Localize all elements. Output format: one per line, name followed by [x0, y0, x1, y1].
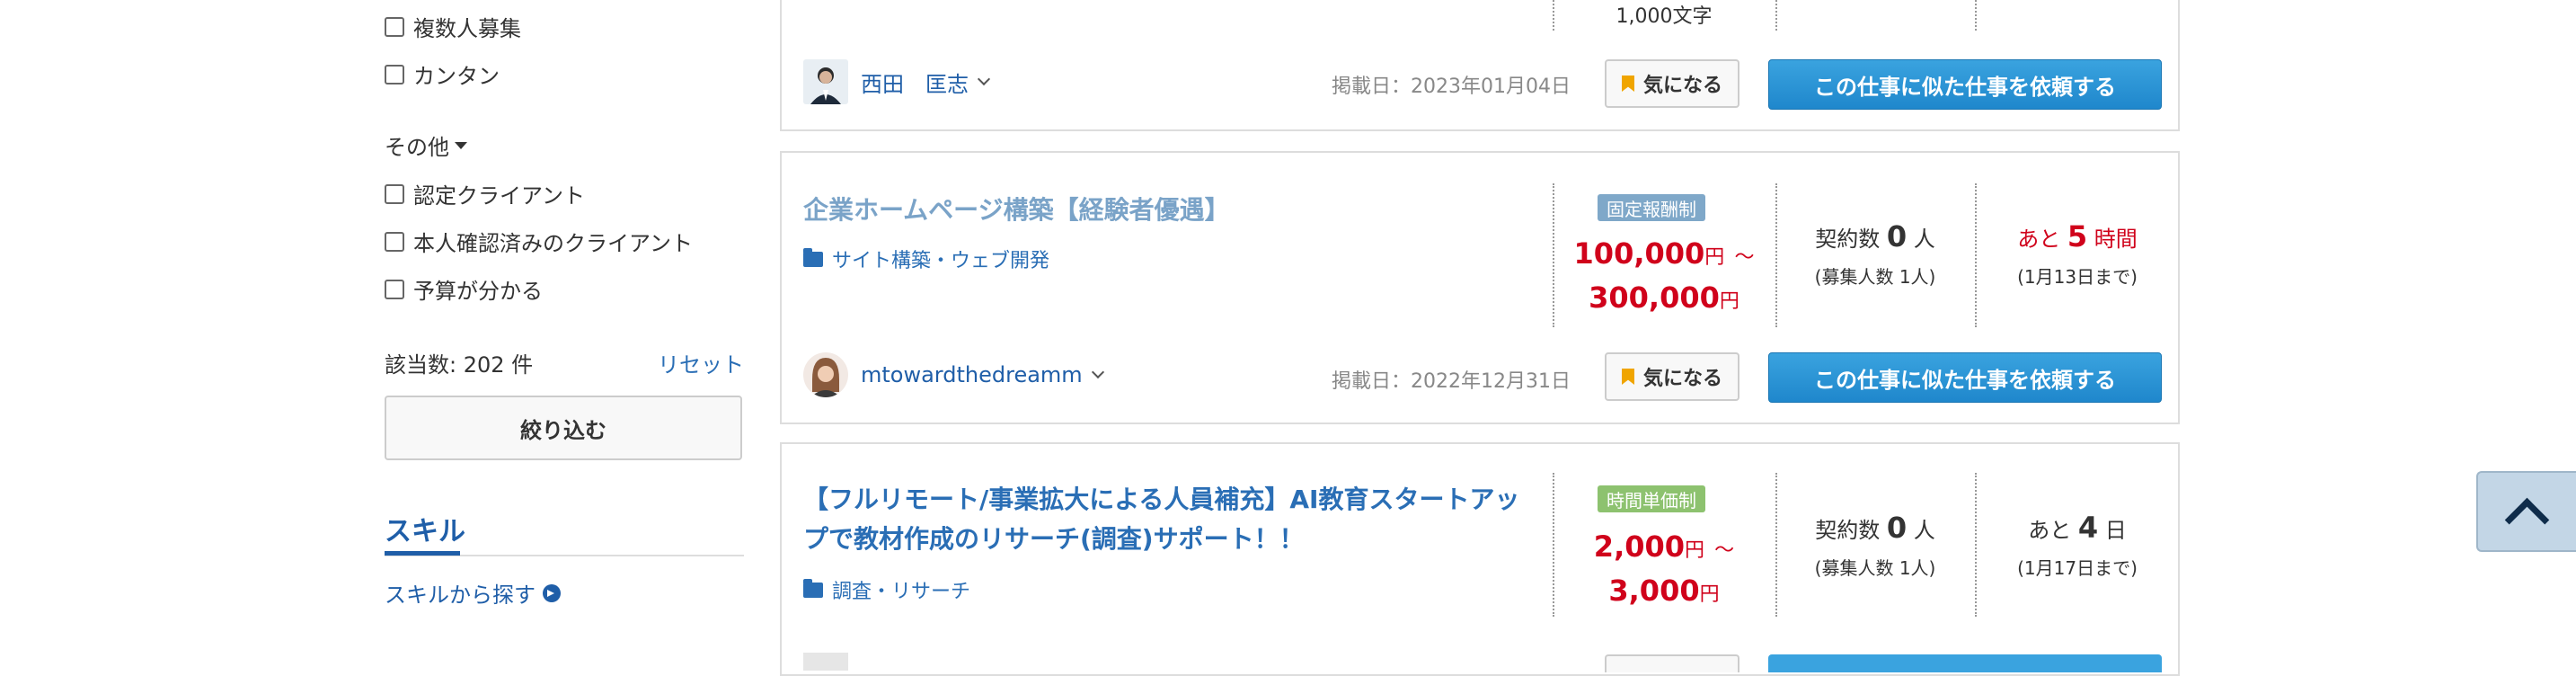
job-title-line: 【フルリモート/事業拡大による人員補充】AI教育スタートアッ: [803, 485, 1520, 514]
arrow-circle-right-icon: [543, 583, 561, 602]
request-similar-button[interactable]: [1768, 654, 2162, 672]
contracts-stat: 契約数 0 人 (募集人数 1人): [1775, 219, 1975, 289]
avatar: [803, 653, 848, 671]
job-title-link[interactable]: 【フルリモート/事業拡大による人員補充】AI教育スタートアッ プで教材作成のリサ…: [803, 480, 1540, 559]
currency: 円: [1699, 583, 1720, 606]
currency: 円: [1719, 290, 1739, 313]
job-title-link[interactable]: 企業ホームページ構築【経験者優遇】: [803, 191, 1230, 230]
client-user[interactable]: mtowardthedreamm: [803, 352, 1104, 397]
reset-link[interactable]: リセット: [658, 347, 744, 378]
tab-skill[interactable]: スキル: [385, 509, 465, 548]
range-mark: ～: [1734, 246, 1755, 269]
favorite-label: 気になる: [1642, 75, 1722, 97]
deadline-stat: あと 5 時間 (1月13日まで): [1975, 219, 2180, 289]
price-from: 100,000: [1573, 236, 1705, 271]
price-range: 2,000円 ～ 3,000円: [1553, 527, 1775, 615]
job-card: 1,000文字 西田 匡志 掲載日：2023年01月04日 気になる この仕事に…: [780, 0, 2180, 131]
caret-down-icon: [455, 141, 467, 149]
checkbox-label: 本人確認済みのクライアント: [413, 231, 694, 256]
client-name: mtowardthedreamm: [861, 362, 1083, 387]
job-title-line: プで教材作成のリサーチ(調査)サポート！！: [803, 524, 1305, 554]
posted-date: 掲載日：2022年12月31日: [1332, 370, 1571, 393]
job-card: 【フルリモート/事業拡大による人員補充】AI教育スタートアッ プで教材作成のリサ…: [780, 442, 2180, 676]
avatar: [803, 352, 848, 397]
checkbox[interactable]: [385, 279, 404, 299]
back-to-top-button[interactable]: [2476, 471, 2576, 552]
deadline-stat: あと 4 日 (1月17日まで): [1975, 511, 2180, 580]
contracts-label: 契約数: [1815, 518, 1881, 543]
remain-value: 4: [2077, 511, 2099, 545]
contracts-unit: 人: [1913, 518, 1935, 543]
checkbox[interactable]: [385, 183, 404, 204]
favorite-button[interactable]: 気になる: [1605, 352, 1739, 401]
category-label: 調査・リサーチ: [832, 581, 971, 603]
chevron-down-icon: [1091, 365, 1104, 379]
filter-budget-known[interactable]: 予算が分かる: [385, 273, 543, 305]
remain-value: 5: [2067, 219, 2088, 254]
tab-active-indicator: [385, 551, 460, 556]
bookmark-icon: [1621, 76, 1634, 92]
column-divider: [1775, 0, 1777, 31]
favorite-button[interactable]: 気になる: [1605, 59, 1739, 108]
column-divider: [1975, 0, 1977, 31]
checkbox-label: 認定クライアント: [413, 183, 586, 209]
other-section-toggle[interactable]: その他: [385, 129, 467, 161]
filter-verified-client[interactable]: 認定クライアント: [385, 178, 585, 209]
contracts-unit: 人: [1913, 227, 1935, 252]
remain-unit: 時間: [2094, 227, 2138, 252]
request-similar-button[interactable]: この仕事に似た仕事を依頼する: [1768, 352, 2162, 403]
client-user[interactable]: 西田 匡志: [803, 59, 991, 104]
recruit-count: (募集人数 1人): [1814, 557, 1936, 579]
filter-multi-recruit[interactable]: 複数人募集: [385, 11, 521, 42]
checkbox-label: 複数人募集: [413, 16, 521, 41]
folder-icon: [803, 247, 823, 267]
checkbox[interactable]: [385, 231, 404, 252]
currency: 円: [1704, 246, 1725, 269]
contracts-label: 契約数: [1815, 227, 1881, 252]
contracts-value: 0: [1886, 511, 1908, 545]
remain-unit: 日: [2104, 518, 2127, 543]
contracts-value: 0: [1886, 219, 1908, 254]
favorite-button[interactable]: [1605, 654, 1739, 672]
search-by-skill-label: スキルから探す: [385, 583, 536, 608]
posted-date: 掲載日：2023年01月04日: [1332, 76, 1571, 98]
job-category-link[interactable]: サイト構築・ウェブ開発: [803, 245, 1049, 273]
checkbox[interactable]: [385, 16, 404, 37]
chevron-up-icon: [2504, 497, 2550, 542]
fee-type-badge: 時間単価制: [1598, 485, 1705, 512]
folder-icon: [803, 578, 823, 598]
narrow-down-button[interactable]: 絞り込む: [385, 396, 742, 460]
price-range: 100,000円 ～ 300,000円: [1553, 234, 1775, 322]
request-similar-button[interactable]: この仕事に似た仕事を依頼する: [1768, 59, 2162, 110]
checkbox-label: 予算が分かる: [413, 279, 543, 304]
fee-type-badge: 固定報酬制: [1598, 194, 1705, 221]
client-name: 西田 匡志: [861, 71, 969, 97]
range-mark: ～: [1714, 539, 1735, 562]
checkbox[interactable]: [385, 64, 404, 84]
recruit-count: (募集人数 1人): [1814, 266, 1936, 288]
category-label: サイト構築・ウェブ開発: [832, 250, 1050, 272]
deadline-date: (1月17日まで): [2017, 557, 2138, 579]
currency: 円: [1685, 539, 1705, 562]
avatar: [803, 59, 848, 104]
partial-value: 1,000文字: [1616, 5, 1713, 28]
other-section-label: その他: [385, 135, 449, 160]
deadline-date: (1月13日まで): [2017, 266, 2138, 288]
favorite-label: 気になる: [1642, 368, 1722, 390]
filter-easy[interactable]: カンタン: [385, 58, 500, 90]
contracts-stat: 契約数 0 人 (募集人数 1人): [1775, 511, 1975, 580]
chevron-down-icon: [977, 72, 991, 86]
remain-prefix: あと: [2017, 227, 2061, 252]
price-to: 3,000: [1608, 574, 1700, 608]
remain-prefix: あと: [2028, 518, 2072, 543]
price-from: 2,000: [1593, 529, 1686, 564]
result-count: 該当数: 202 件: [385, 352, 534, 378]
bookmark-icon: [1621, 369, 1634, 385]
filter-identity-confirmed[interactable]: 本人確認済みのクライアント: [385, 226, 693, 257]
price-to: 300,000: [1589, 280, 1720, 315]
job-category-link[interactable]: 調査・リサーチ: [803, 575, 970, 604]
checkbox-label: カンタン: [413, 64, 500, 89]
job-card: 企業ホームページ構築【経験者優遇】 サイト構築・ウェブ開発 固定報酬制 100,…: [780, 151, 2180, 424]
search-by-skill-link[interactable]: スキルから探す: [385, 577, 561, 609]
